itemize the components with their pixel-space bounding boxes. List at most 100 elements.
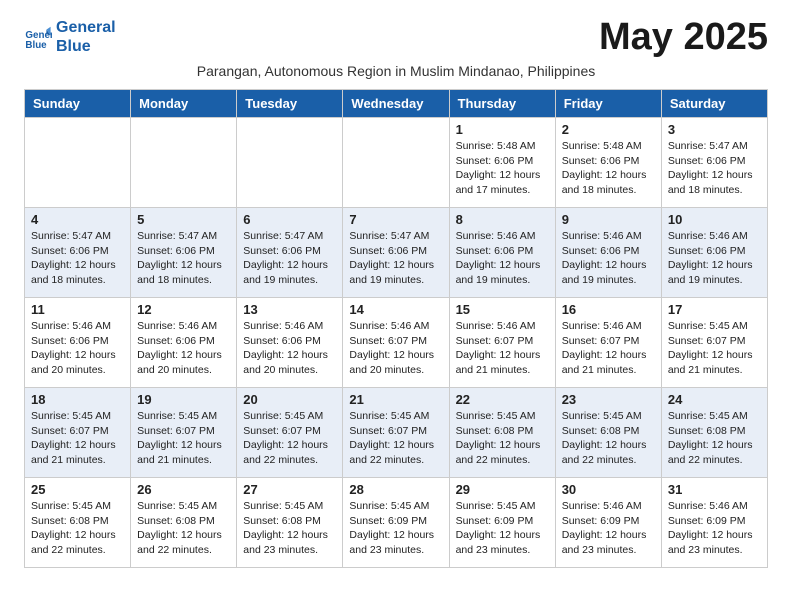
calendar-cell: 28 Sunrise: 5:45 AM Sunset: 6:09 PM Dayli… xyxy=(343,478,449,568)
day-number: 14 xyxy=(349,302,442,317)
day-info: Sunrise: 5:45 AM Sunset: 6:09 PM Dayligh… xyxy=(456,499,549,558)
day-info: Sunrise: 5:45 AM Sunset: 6:08 PM Dayligh… xyxy=(456,409,549,468)
day-info: Sunrise: 5:45 AM Sunset: 6:07 PM Dayligh… xyxy=(137,409,230,468)
calendar-cell: 21 Sunrise: 5:45 AM Sunset: 6:07 PM Dayli… xyxy=(343,388,449,478)
calendar-cell: 8 Sunrise: 5:46 AM Sunset: 6:06 PM Daylig… xyxy=(449,208,555,298)
day-number: 8 xyxy=(456,212,549,227)
day-number: 29 xyxy=(456,482,549,497)
day-number: 12 xyxy=(137,302,230,317)
day-info: Sunrise: 5:46 AM Sunset: 6:06 PM Dayligh… xyxy=(456,229,549,288)
day-info: Sunrise: 5:47 AM Sunset: 6:06 PM Dayligh… xyxy=(137,229,230,288)
logo: General Blue General Blue xyxy=(24,19,116,56)
calendar-cell: 12 Sunrise: 5:46 AM Sunset: 6:06 PM Dayli… xyxy=(131,298,237,388)
day-info: Sunrise: 5:45 AM Sunset: 6:07 PM Dayligh… xyxy=(31,409,124,468)
calendar-cell: 20 Sunrise: 5:45 AM Sunset: 6:07 PM Dayli… xyxy=(237,388,343,478)
calendar-cell: 13 Sunrise: 5:46 AM Sunset: 6:06 PM Dayli… xyxy=(237,298,343,388)
week-row-4: 18 Sunrise: 5:45 AM Sunset: 6:07 PM Dayli… xyxy=(25,388,768,478)
week-row-5: 25Sunrise: 5:45 AM Sunset: 6:08 PM Dayli… xyxy=(25,478,768,568)
day-number: 9 xyxy=(562,212,655,227)
day-info: Sunrise: 5:48 AM Sunset: 6:06 PM Dayligh… xyxy=(562,139,655,198)
day-info: Sunrise: 5:46 AM Sunset: 6:07 PM Dayligh… xyxy=(349,319,442,378)
logo-line1: General xyxy=(56,19,116,37)
calendar-cell: 19 Sunrise: 5:45 AM Sunset: 6:07 PM Dayli… xyxy=(131,388,237,478)
day-number: 26 xyxy=(137,482,230,497)
day-number: 21 xyxy=(349,392,442,407)
day-info: Sunrise: 5:46 AM Sunset: 6:06 PM Dayligh… xyxy=(668,229,761,288)
day-header-wednesday: Wednesday xyxy=(343,90,449,118)
day-number: 15 xyxy=(456,302,549,317)
calendar-cell: 2 Sunrise: 5:48 AM Sunset: 6:06 PM Daylig… xyxy=(555,118,661,208)
day-number: 22 xyxy=(456,392,549,407)
day-info: Sunrise: 5:45 AM Sunset: 6:08 PM Dayligh… xyxy=(137,499,230,558)
day-header-saturday: Saturday xyxy=(661,90,767,118)
calendar-cell: 11 Sunrise: 5:46 AM Sunset: 6:06 PM Dayli… xyxy=(25,298,131,388)
day-number: 23 xyxy=(562,392,655,407)
calendar-cell: 5 Sunrise: 5:47 AM Sunset: 6:06 PM Daylig… xyxy=(131,208,237,298)
day-info: Sunrise: 5:47 AM Sunset: 6:06 PM Dayligh… xyxy=(668,139,761,198)
day-info: Sunrise: 5:46 AM Sunset: 6:07 PM Dayligh… xyxy=(456,319,549,378)
week-row-1: 1 Sunrise: 5:48 AM Sunset: 6:06 PM Daylig… xyxy=(25,118,768,208)
calendar-cell: 18 Sunrise: 5:45 AM Sunset: 6:07 PM Dayli… xyxy=(25,388,131,478)
page-subtitle: Parangan, Autonomous Region in Muslim Mi… xyxy=(0,63,792,89)
day-info: Sunrise: 5:45 AM Sunset: 6:08 PM Dayligh… xyxy=(243,499,336,558)
day-info: Sunrise: 5:45 AM Sunset: 6:08 PM Dayligh… xyxy=(31,499,124,558)
calendar-cell: 14 Sunrise: 5:46 AM Sunset: 6:07 PM Dayli… xyxy=(343,298,449,388)
calendar-cell: 27Sunrise: 5:45 AM Sunset: 6:08 PM Dayli… xyxy=(237,478,343,568)
day-number: 20 xyxy=(243,392,336,407)
day-number: 16 xyxy=(562,302,655,317)
calendar-cell: 29 Sunrise: 5:45 AM Sunset: 6:09 PM Dayli… xyxy=(449,478,555,568)
day-number: 18 xyxy=(31,392,124,407)
day-info: Sunrise: 5:47 AM Sunset: 6:06 PM Dayligh… xyxy=(349,229,442,288)
calendar-cell: 25Sunrise: 5:45 AM Sunset: 6:08 PM Dayli… xyxy=(25,478,131,568)
calendar-container: SundayMondayTuesdayWednesdayThursdayFrid… xyxy=(0,89,792,580)
day-number: 6 xyxy=(243,212,336,227)
day-info: Sunrise: 5:45 AM Sunset: 6:08 PM Dayligh… xyxy=(668,409,761,468)
day-header-tuesday: Tuesday xyxy=(237,90,343,118)
calendar-table: SundayMondayTuesdayWednesdayThursdayFrid… xyxy=(24,89,768,568)
day-number: 5 xyxy=(137,212,230,227)
calendar-cell: 22 Sunrise: 5:45 AM Sunset: 6:08 PM Dayli… xyxy=(449,388,555,478)
day-number: 7 xyxy=(349,212,442,227)
day-info: Sunrise: 5:48 AM Sunset: 6:06 PM Dayligh… xyxy=(456,139,549,198)
calendar-cell xyxy=(25,118,131,208)
calendar-cell: 15 Sunrise: 5:46 AM Sunset: 6:07 PM Dayli… xyxy=(449,298,555,388)
calendar-cell xyxy=(131,118,237,208)
day-info: Sunrise: 5:46 AM Sunset: 6:06 PM Dayligh… xyxy=(243,319,336,378)
day-header-thursday: Thursday xyxy=(449,90,555,118)
calendar-cell xyxy=(343,118,449,208)
day-info: Sunrise: 5:46 AM Sunset: 6:09 PM Dayligh… xyxy=(668,499,761,558)
day-number: 1 xyxy=(456,122,549,137)
day-info: Sunrise: 5:46 AM Sunset: 6:06 PM Dayligh… xyxy=(137,319,230,378)
day-number: 24 xyxy=(668,392,761,407)
month-title: May 2025 xyxy=(599,16,768,59)
logo-icon: General Blue xyxy=(24,24,52,52)
calendar-cell: 24 Sunrise: 5:45 AM Sunset: 6:08 PM Dayli… xyxy=(661,388,767,478)
day-info: Sunrise: 5:45 AM Sunset: 6:07 PM Dayligh… xyxy=(243,409,336,468)
calendar-cell xyxy=(237,118,343,208)
day-info: Sunrise: 5:45 AM Sunset: 6:09 PM Dayligh… xyxy=(349,499,442,558)
day-number: 2 xyxy=(562,122,655,137)
day-number: 31 xyxy=(668,482,761,497)
day-header-sunday: Sunday xyxy=(25,90,131,118)
day-info: Sunrise: 5:45 AM Sunset: 6:07 PM Dayligh… xyxy=(668,319,761,378)
calendar-cell: 3Sunrise: 5:47 AM Sunset: 6:06 PM Daylig… xyxy=(661,118,767,208)
day-info: Sunrise: 5:46 AM Sunset: 6:06 PM Dayligh… xyxy=(31,319,124,378)
calendar-cell: 6Sunrise: 5:47 AM Sunset: 6:06 PM Daylig… xyxy=(237,208,343,298)
calendar-cell: 4Sunrise: 5:47 AM Sunset: 6:06 PM Daylig… xyxy=(25,208,131,298)
day-number: 11 xyxy=(31,302,124,317)
day-number: 19 xyxy=(137,392,230,407)
calendar-cell: 9Sunrise: 5:46 AM Sunset: 6:06 PM Daylig… xyxy=(555,208,661,298)
week-row-2: 4 Sunrise: 5:47 AM Sunset: 6:06 PM Daylig… xyxy=(25,208,768,298)
calendar-cell: 31 Sunrise: 5:46 AM Sunset: 6:09 PM Dayli… xyxy=(661,478,767,568)
day-info: Sunrise: 5:45 AM Sunset: 6:08 PM Dayligh… xyxy=(562,409,655,468)
day-header-monday: Monday xyxy=(131,90,237,118)
day-number: 4 xyxy=(31,212,124,227)
day-number: 30 xyxy=(562,482,655,497)
day-info: Sunrise: 5:45 AM Sunset: 6:07 PM Dayligh… xyxy=(349,409,442,468)
calendar-cell: 1 Sunrise: 5:48 AM Sunset: 6:06 PM Daylig… xyxy=(449,118,555,208)
day-number: 28 xyxy=(349,482,442,497)
days-header-row: SundayMondayTuesdayWednesdayThursdayFrid… xyxy=(25,90,768,118)
day-number: 13 xyxy=(243,302,336,317)
logo-line2: Blue xyxy=(56,38,116,56)
day-number: 17 xyxy=(668,302,761,317)
